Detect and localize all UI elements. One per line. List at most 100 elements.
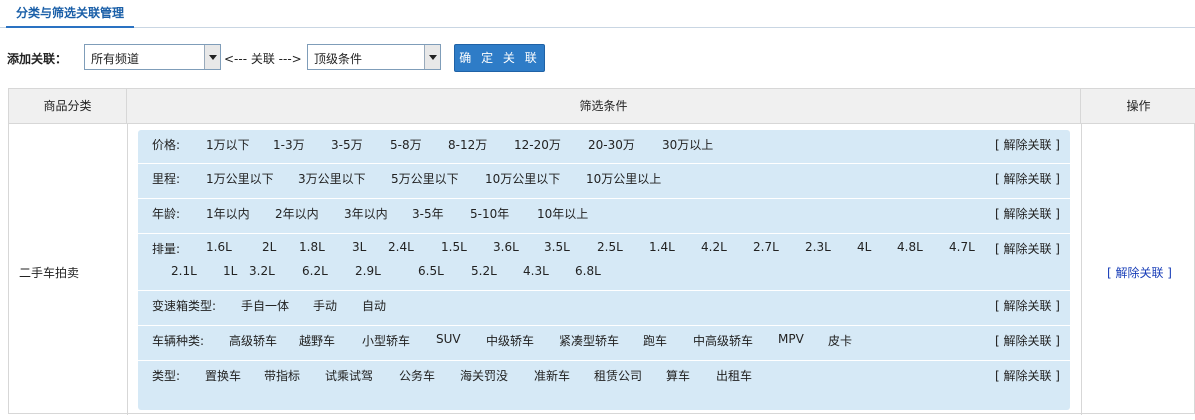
channel-select-value: 所有频道	[91, 52, 140, 66]
filter-option[interactable]: 30万以上	[662, 136, 713, 153]
filter-option[interactable]: 越野车	[299, 332, 335, 349]
filter-option[interactable]: 2.7L	[753, 240, 779, 254]
filter-label: 排量:	[152, 242, 181, 256]
filter-option[interactable]: 4.8L	[897, 240, 923, 254]
filter-option[interactable]: 2.9L	[355, 264, 381, 278]
filter-option[interactable]: 准新车	[534, 367, 570, 384]
filter-option[interactable]: 5-8万	[390, 136, 422, 153]
filter-option[interactable]: 小型轿车	[362, 332, 410, 349]
column-divider	[127, 124, 128, 415]
filter-option[interactable]: 公务车	[399, 367, 435, 384]
filter-option[interactable]: 5-10年	[470, 205, 509, 222]
filter-option[interactable]: 20-30万	[588, 136, 635, 153]
unlink-filter-link[interactable]: [ 解除关联 ]	[995, 367, 1060, 384]
filter-option[interactable]: 手自一体	[241, 297, 289, 314]
tab-category-filter-management[interactable]: 分类与筛选关联管理	[6, 0, 135, 28]
filter-option[interactable]: 3.2L	[249, 264, 275, 278]
association-table: 商品分类 筛选条件 操作 二手车拍卖 价格: 1万以下 1-3万 3-5万 5-8万 8-…	[8, 88, 1195, 415]
filter-option[interactable]: 皮卡	[828, 332, 852, 349]
filter-option[interactable]: 3-5万	[331, 136, 363, 153]
filter-option[interactable]: 4L	[857, 240, 871, 254]
unlink-filter-link[interactable]: [ 解除关联 ]	[995, 297, 1060, 314]
filter-option[interactable]: 1.4L	[649, 240, 675, 254]
filter-label: 里程:	[152, 172, 181, 186]
filter-label: 年龄:	[152, 207, 181, 221]
confirm-association-button[interactable]: 确 定 关 联	[454, 44, 545, 72]
filter-option[interactable]: 4.3L	[523, 264, 549, 278]
filter-option[interactable]: 海关罚没	[460, 367, 508, 384]
channel-select[interactable]: 所有频道	[84, 44, 221, 70]
condition-select[interactable]: 顶级条件	[307, 44, 441, 70]
filter-option[interactable]: 1.5L	[441, 240, 467, 254]
filter-label: 车辆种类:	[152, 334, 205, 348]
filter-option[interactable]: 2年以内	[275, 205, 319, 222]
filter-option[interactable]: 1年以内	[206, 205, 250, 222]
filter-option[interactable]: 2.1L	[171, 264, 197, 278]
unlink-filter-link[interactable]: [ 解除关联 ]	[995, 136, 1060, 153]
filter-option[interactable]: 5.2L	[471, 264, 497, 278]
header-actions: 操作	[1081, 89, 1195, 124]
filter-option[interactable]: 1.6L	[206, 240, 232, 254]
filter-row: 里程: 1万公里以下 3万公里以下 5万公里以下 10万公里以下 10万公里以上 [ 解除关…	[138, 164, 1070, 199]
filter-option[interactable]: 10年以上	[537, 205, 588, 222]
tab-bar: 分类与筛选关联管理	[0, 0, 1195, 28]
filter-option[interactable]: 2L	[262, 240, 276, 254]
filter-option[interactable]: 4.7L	[949, 240, 975, 254]
filter-option[interactable]: MPV	[778, 332, 804, 346]
filter-option[interactable]: 1.8L	[299, 240, 325, 254]
filter-row: 类型: 置换车 带指标 试乘试驾 公务车 海关罚没 准新车 租赁公司 算车 出租车 [ 解除关联 ]	[138, 361, 1070, 410]
filter-option[interactable]: 1-3万	[273, 136, 305, 153]
filter-option[interactable]: 租赁公司	[594, 367, 642, 384]
filter-option[interactable]: 1L	[223, 264, 237, 278]
filter-option[interactable]: 中高级轿车	[693, 332, 753, 349]
filter-option[interactable]: 3-5年	[412, 205, 444, 222]
filter-row: 年龄: 1年以内 2年以内 3年以内 3-5年 5-10年 10年以上 [ 解除关联 ]	[138, 199, 1070, 234]
category-unlink-link[interactable]: [ 解除关联 ]	[1107, 264, 1172, 281]
filter-option[interactable]: 3L	[352, 240, 366, 254]
filter-option[interactable]: 1万以下	[206, 136, 250, 153]
filter-option[interactable]: 6.8L	[575, 264, 601, 278]
filter-option[interactable]: 2.5L	[597, 240, 623, 254]
filter-row: 变速箱类型: 手自一体 手动 自动 [ 解除关联 ]	[138, 291, 1070, 326]
condition-select-value: 顶级条件	[314, 52, 363, 66]
filter-option[interactable]: 带指标	[264, 367, 300, 384]
filter-option[interactable]: 5万公里以下	[391, 170, 459, 187]
unlink-filter-link[interactable]: [ 解除关联 ]	[995, 240, 1060, 257]
filter-label: 类型:	[152, 369, 181, 383]
filter-option[interactable]: 高级轿车	[229, 332, 277, 349]
filter-conditions-panel: 价格: 1万以下 1-3万 3-5万 5-8万 8-12万 12-20万 20-30万 30万以…	[138, 130, 1070, 410]
filter-option[interactable]: 算车	[666, 367, 690, 384]
filter-option[interactable]: 试乘试驾	[325, 367, 373, 384]
chevron-down-icon[interactable]	[204, 45, 220, 69]
filter-option[interactable]: 紧凑型轿车	[559, 332, 619, 349]
column-divider	[1081, 124, 1082, 415]
filter-option[interactable]: 出租车	[716, 367, 752, 384]
filter-option[interactable]: 10万公里以上	[586, 170, 661, 187]
filter-option[interactable]: 中级轿车	[486, 332, 534, 349]
unlink-filter-link[interactable]: [ 解除关联 ]	[995, 332, 1060, 349]
filter-option[interactable]: 6.5L	[418, 264, 444, 278]
filter-option[interactable]: 自动	[362, 297, 386, 314]
filter-option[interactable]: 10万公里以下	[485, 170, 560, 187]
unlink-filter-link[interactable]: [ 解除关联 ]	[995, 170, 1060, 187]
filter-option[interactable]: 3年以内	[344, 205, 388, 222]
filter-option[interactable]: 3.6L	[493, 240, 519, 254]
filter-option[interactable]: SUV	[436, 332, 461, 346]
filter-label: 变速箱类型:	[152, 299, 217, 313]
filter-option[interactable]: 12-20万	[514, 136, 561, 153]
filter-option[interactable]: 跑车	[643, 332, 667, 349]
association-arrow-text: <--- 关联 --->	[224, 52, 302, 66]
filter-option[interactable]: 3.5L	[544, 240, 570, 254]
unlink-filter-link[interactable]: [ 解除关联 ]	[995, 205, 1060, 222]
filter-option[interactable]: 置换车	[205, 367, 241, 384]
filter-option[interactable]: 2.4L	[388, 240, 414, 254]
filter-option[interactable]: 8-12万	[448, 136, 487, 153]
filter-option[interactable]: 4.2L	[701, 240, 727, 254]
filter-option[interactable]: 2.3L	[805, 240, 831, 254]
filter-row: 车辆种类: 高级轿车 越野车 小型轿车 SUV 中级轿车 紧凑型轿车 跑车 中高级轿车 MPV 皮卡…	[138, 326, 1070, 361]
filter-option[interactable]: 1万公里以下	[206, 170, 274, 187]
filter-option[interactable]: 手动	[313, 297, 337, 314]
filter-option[interactable]: 3万公里以下	[298, 170, 366, 187]
chevron-down-icon[interactable]	[424, 45, 440, 69]
filter-option[interactable]: 6.2L	[302, 264, 328, 278]
